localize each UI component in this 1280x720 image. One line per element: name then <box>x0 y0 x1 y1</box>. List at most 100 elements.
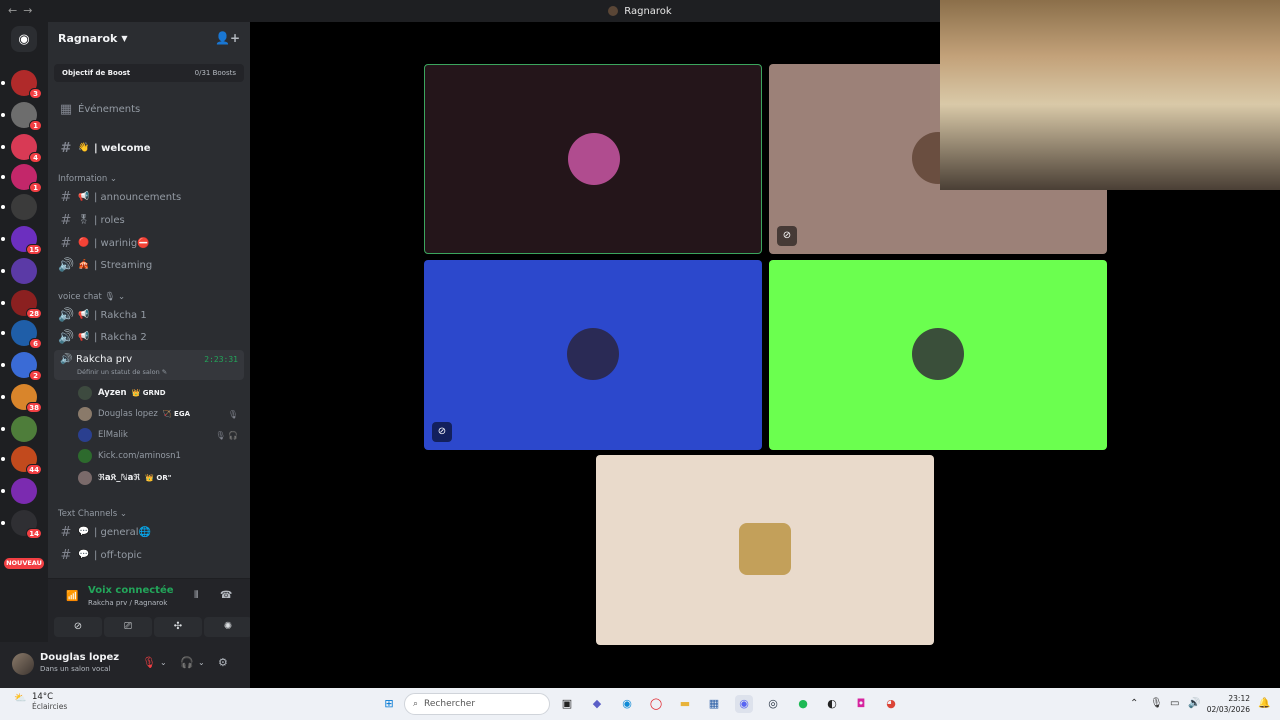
participant-tile[interactable]: ⊘ <box>424 260 762 450</box>
channel-label: | general <box>94 526 139 538</box>
server-icon[interactable]: 38 <box>1 384 42 413</box>
volume-icon[interactable]: 🔊 <box>1188 698 1200 709</box>
voice-member[interactable]: ElMalik 🎙 🎧 <box>78 426 244 444</box>
server-header[interactable]: Ragnarok ▼ 👤+ <box>48 22 250 54</box>
server-icon[interactable]: 14 <box>1 510 42 539</box>
boost-goal[interactable]: Objectif de Boost 0/31 Boosts <box>54 64 244 82</box>
channel-rakcha-2[interactable]: 🔊 📢 | Rakcha 2 <box>54 327 244 347</box>
channel-off-topic[interactable]: # 💬 | off-topic <box>54 545 244 565</box>
unread-indicator <box>1 427 5 431</box>
server-icon[interactable]: 1 <box>1 102 42 131</box>
category-information[interactable]: Information ⌄ <box>58 174 117 184</box>
server-icon[interactable] <box>1 416 37 442</box>
file-explorer-icon[interactable]: ▬ <box>676 695 694 713</box>
server-icon[interactable]: 6 <box>1 320 42 349</box>
server-name: Ragnarok <box>58 31 118 45</box>
voice-member[interactable]: Douglas lopez 🏹 EGA 🎙 <box>78 405 244 423</box>
chevron-down-icon[interactable]: ⌄ <box>160 658 167 667</box>
speech-bubble-icon: 💬 <box>78 527 90 537</box>
start-icon[interactable]: ⊞ <box>380 695 398 713</box>
voice-timer: 2:23:31 <box>204 355 238 364</box>
mic-muted-icon[interactable]: 🎙 <box>142 656 156 669</box>
search-box[interactable]: ⌕ Rechercher <box>404 693 550 715</box>
channel-rakcha-prv[interactable]: 🔊 Rakcha prv 2:23:31 Définir un statut d… <box>54 350 244 380</box>
headphones-icon[interactable]: 🎧 <box>180 656 194 669</box>
notification-icon[interactable]: 🔔 <box>1258 698 1270 709</box>
server-icon[interactable]: 1 <box>1 164 42 193</box>
participant-tile[interactable] <box>769 260 1107 450</box>
voice-member[interactable]: Ayzen 👑 GRND <box>78 384 244 402</box>
mic-icon[interactable]: 🎙 <box>1150 698 1163 709</box>
server-icon[interactable]: 44 <box>1 446 42 475</box>
task-view-icon[interactable]: ▣ <box>558 695 576 713</box>
muted-icon: 🎙 🎧 <box>215 430 238 440</box>
spotify-icon[interactable]: ● <box>794 695 812 713</box>
unread-indicator <box>1 301 5 305</box>
username[interactable]: Douglas lopez <box>40 652 119 663</box>
chevron-down-icon[interactable]: ⌄ <box>198 658 205 667</box>
activities-button[interactable]: ✣ <box>154 617 202 637</box>
server-icon[interactable]: 3 <box>1 70 42 99</box>
instagram-icon[interactable]: ◘ <box>852 695 870 713</box>
discord-home-icon[interactable]: ◉ <box>11 26 37 52</box>
server-icon[interactable] <box>1 258 37 284</box>
soundboard-button[interactable]: ✺ <box>204 617 252 637</box>
unread-indicator <box>1 269 5 273</box>
voice-status[interactable]: Voix connectée <box>88 585 174 596</box>
category-voice-chat[interactable]: voice chat 🎙 ⌄ <box>58 292 125 302</box>
mention-badge: 2 <box>29 370 42 381</box>
server-icon[interactable]: 2 <box>1 352 42 381</box>
screen-share-button[interactable]: ⎚ <box>104 617 152 637</box>
category-text-channels[interactable]: Text Channels ⌄ <box>58 509 127 519</box>
voice-member[interactable]: Kick.com/aminosn1 <box>78 447 244 465</box>
camera-off-button[interactable]: ⊘ <box>54 617 102 637</box>
events-item[interactable]: ▦ Événements <box>54 99 244 119</box>
channel-announcements[interactable]: # 📢 | announcements <box>54 187 244 207</box>
server-icon[interactable]: 15 <box>1 226 42 255</box>
steam-icon[interactable]: ◎ <box>764 695 782 713</box>
github-icon[interactable]: ◐ <box>823 695 841 713</box>
channel-rakcha-1[interactable]: 🔊 📢 | Rakcha 1 <box>54 305 244 325</box>
boost-count: 0/31 Boosts <box>194 69 236 77</box>
participant-tile[interactable] <box>424 64 762 254</box>
server-icon[interactable]: 28 <box>1 290 42 319</box>
forward-arrow-icon[interactable]: → <box>23 4 38 17</box>
clock[interactable]: 23:12 02/03/2026 <box>1207 693 1250 715</box>
avatar <box>78 449 92 463</box>
nav-arrows[interactable]: ←→ <box>8 4 38 17</box>
gear-icon[interactable]: ⚙ <box>218 656 228 669</box>
disconnect-icon[interactable]: ☎ <box>220 590 232 601</box>
chrome-icon[interactable]: ◕ <box>882 695 900 713</box>
weather-widget[interactable]: 14°C Éclaircies <box>32 692 67 711</box>
signal-icon[interactable]: 📶 <box>66 591 78 602</box>
voice-member[interactable]: ℜa𝔎_ℕaℜ 👑 OR" <box>78 469 244 487</box>
invite-people-icon[interactable]: 👤+ <box>215 31 240 45</box>
server-icon[interactable]: 4 <box>1 134 42 163</box>
avatar[interactable] <box>12 653 34 675</box>
noise-suppression-icon[interactable]: ⦀ <box>194 590 198 601</box>
server-list: ◉ 3 1 4 1 15 28 6 2 38 44 14 NOUVEAU <box>0 22 48 688</box>
channel-welcome[interactable]: # 👋 | welcome <box>54 138 244 158</box>
teams-icon[interactable]: ◆ <box>588 695 606 713</box>
channel-warinig[interactable]: # 🔴 | warinig ⛔ <box>54 233 244 253</box>
participant-tile[interactable] <box>596 455 934 645</box>
edge-icon[interactable]: ◉ <box>618 695 636 713</box>
calendar-icon: ▦ <box>59 101 73 117</box>
chevron-up-icon[interactable]: ⌃ <box>1130 698 1138 709</box>
voice-location[interactable]: Rakcha prv / Ragnarok <box>88 599 167 607</box>
channel-general[interactable]: # 💬 | general 🌐 <box>54 522 244 542</box>
server-icon[interactable] <box>1 194 37 220</box>
channel-streaming[interactable]: 🔊 🎪 | Streaming <box>54 255 244 275</box>
store-icon[interactable]: ▦ <box>705 695 723 713</box>
server-icon[interactable] <box>1 478 37 504</box>
discord-taskbar-icon[interactable]: ◉ <box>735 695 753 713</box>
back-arrow-icon[interactable]: ← <box>8 4 23 17</box>
unread-indicator <box>1 395 5 399</box>
muted-icon: ⊘ <box>777 226 797 246</box>
opera-icon[interactable]: ◯ <box>647 695 665 713</box>
network-icon[interactable]: ▭ <box>1170 698 1179 709</box>
channel-roles[interactable]: # 🎖 | roles <box>54 210 244 230</box>
mention-badge: 1 <box>29 182 42 193</box>
webcam-overlay[interactable] <box>940 0 1280 190</box>
set-status-link[interactable]: Définir un statut de salon ✎ <box>77 368 167 376</box>
